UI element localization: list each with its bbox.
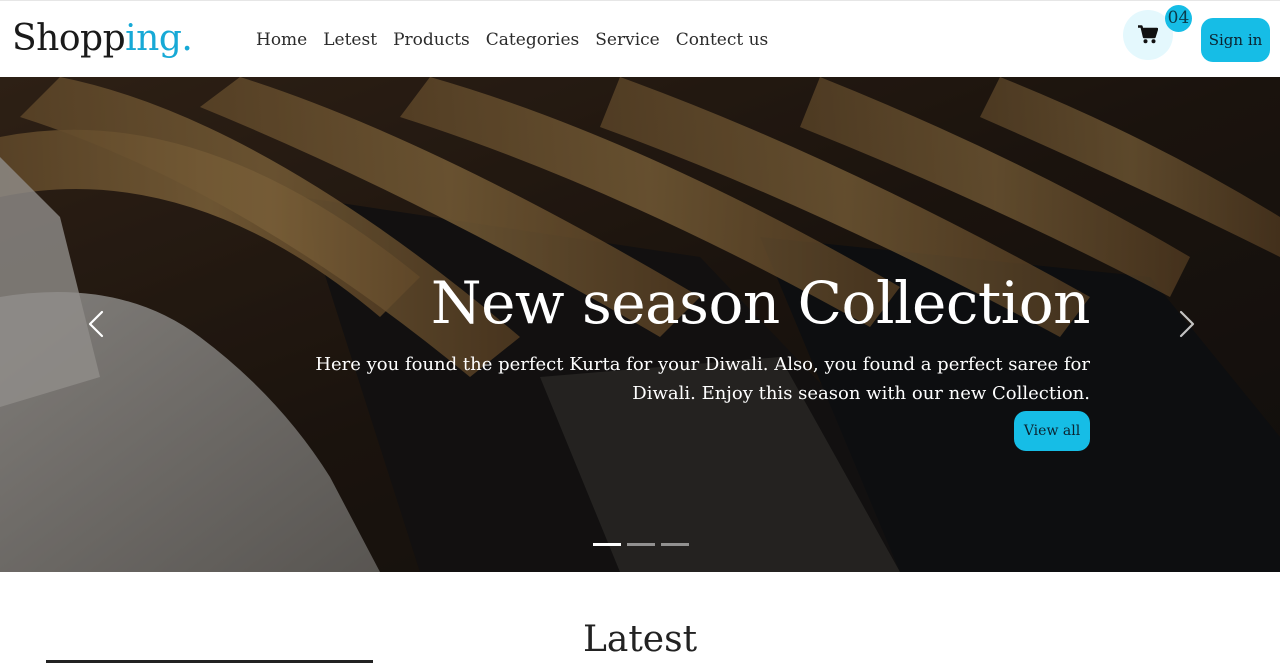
- brand-logo[interactable]: Shopping.: [12, 16, 193, 62]
- hero-carousel: New season Collection Here you found the…: [0, 77, 1280, 572]
- sign-in-button[interactable]: Sign in: [1201, 18, 1270, 62]
- nav-link-service[interactable]: Service: [595, 28, 659, 52]
- chevron-left-icon: [88, 310, 104, 338]
- nav-links: Home Letest Products Categories Service …: [256, 28, 784, 52]
- latest-section-title: Latest: [582, 619, 698, 660]
- carousel-indicator[interactable]: [593, 543, 621, 546]
- nav-link-contact[interactable]: Contect us: [676, 28, 769, 52]
- hero-description: Here you found the perfect Kurta for you…: [315, 354, 1090, 404]
- view-all-button[interactable]: View all: [1014, 411, 1090, 451]
- cart-count-badge: 04: [1165, 5, 1192, 32]
- carousel-indicator[interactable]: [661, 543, 689, 546]
- nav-link-categories[interactable]: Categories: [486, 28, 580, 52]
- nav-link-products[interactable]: Products: [393, 28, 470, 52]
- cart-icon: [1138, 25, 1158, 44]
- nav-link-letest[interactable]: Letest: [323, 28, 377, 52]
- hero-title: New season Collection: [430, 269, 1091, 337]
- brand-name-accent: ing.: [125, 18, 193, 59]
- carousel-indicator[interactable]: [627, 543, 655, 546]
- carousel-indicators: [593, 543, 689, 546]
- carousel-next-button[interactable]: [1171, 309, 1201, 339]
- navbar: Shopping. Home Letest Products Categorie…: [0, 0, 1280, 77]
- chevron-right-icon: [1179, 310, 1195, 338]
- nav-link-home[interactable]: Home: [256, 28, 307, 52]
- carousel-prev-button[interactable]: [82, 309, 112, 339]
- brand-name: Shopp: [12, 18, 126, 59]
